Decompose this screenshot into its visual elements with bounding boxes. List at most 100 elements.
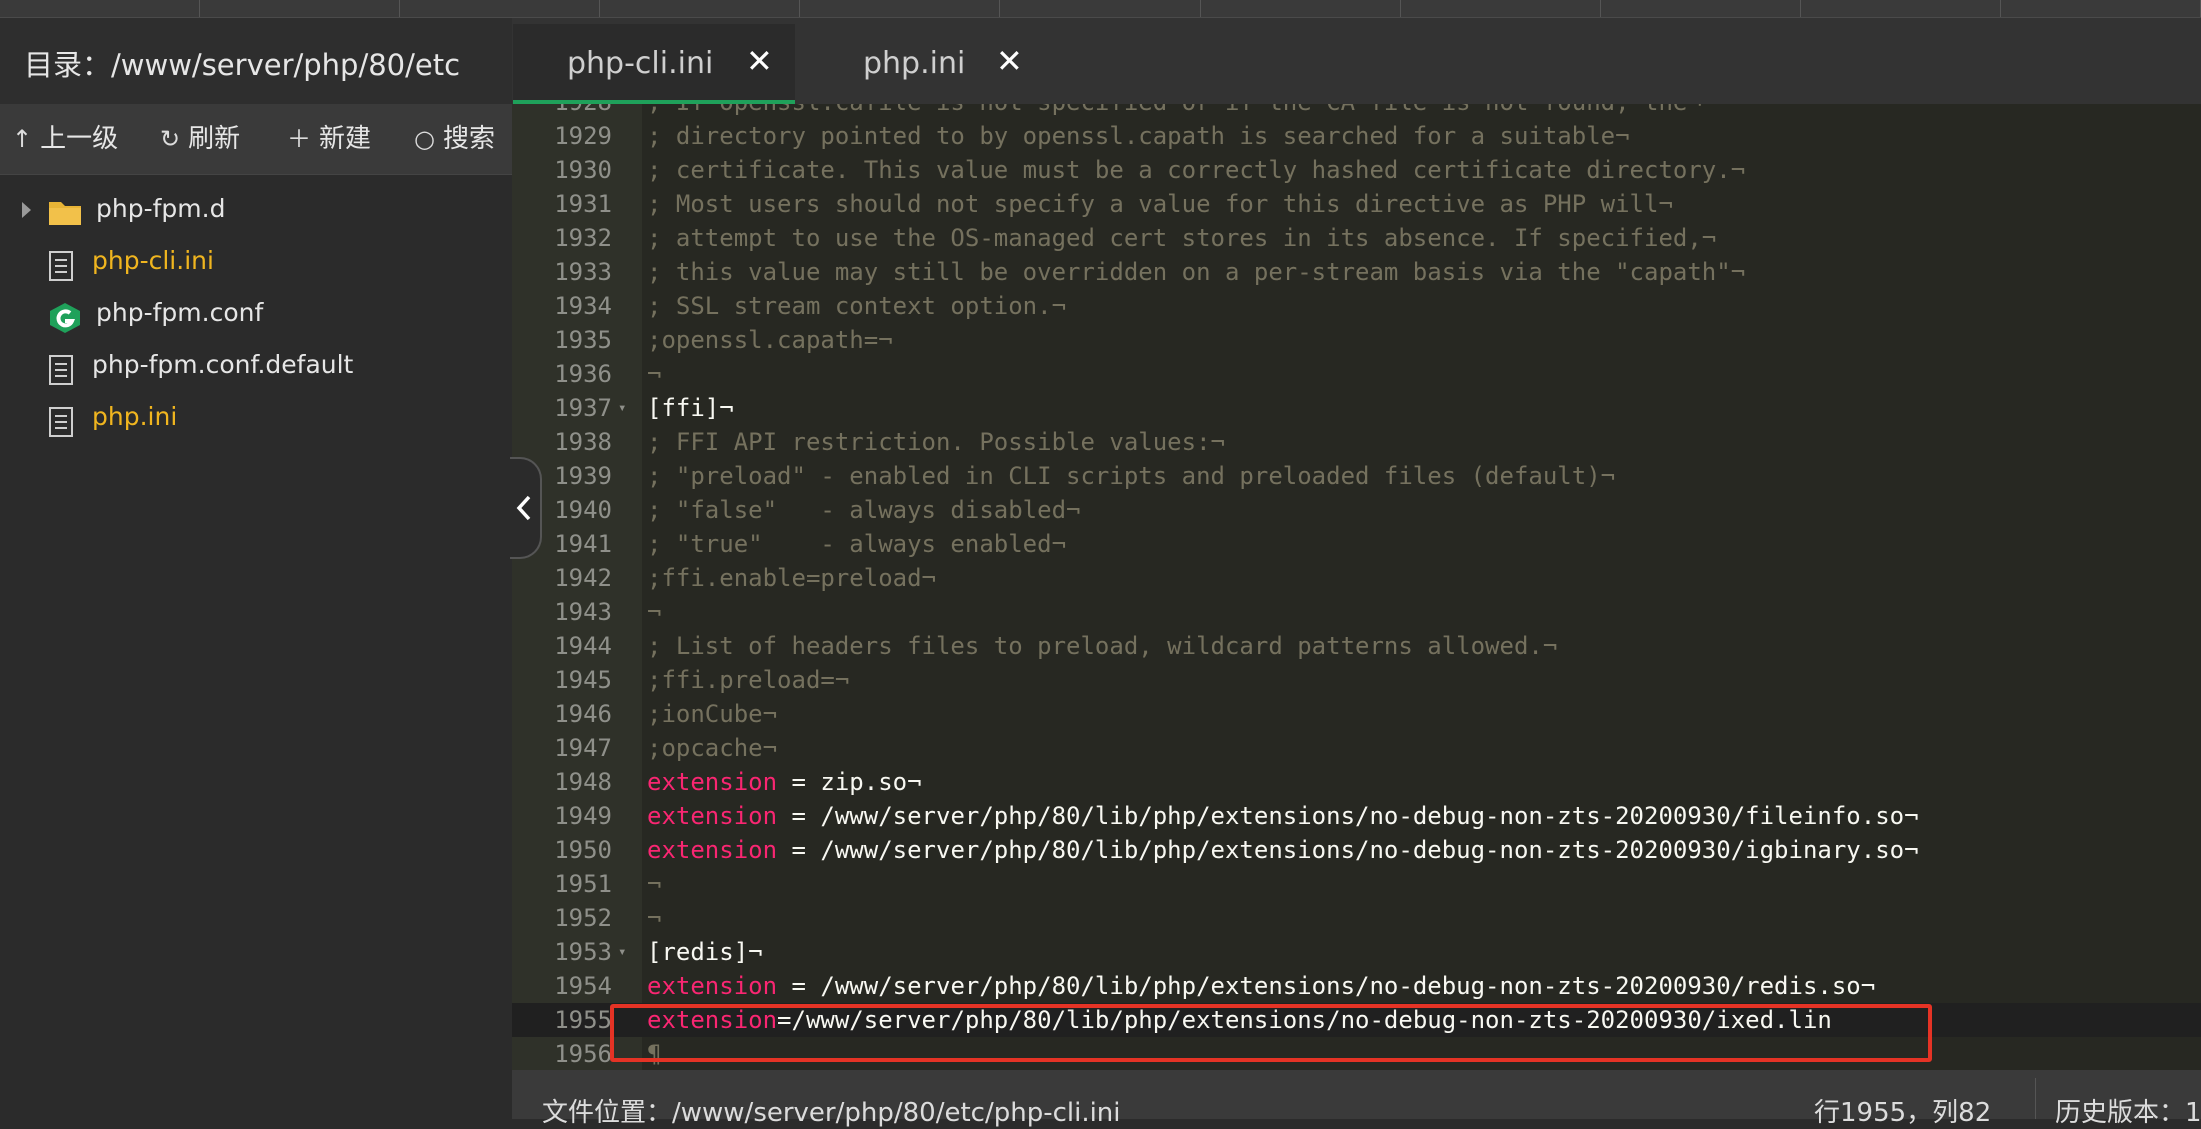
code-text: extension = /www/server/php/80/lib/php/e… (647, 969, 1875, 1003)
code-text: ;opcache¬ (647, 734, 778, 762)
code-line[interactable]: 1931 ; Most users should not specify a va… (512, 187, 2201, 221)
line-number: 1956 (554, 1040, 612, 1068)
code-line[interactable]: 1955 extension=/www/server/php/80/lib/php… (512, 1003, 2201, 1037)
top-toolbar-button[interactable] (600, 0, 801, 17)
line-number: 1932 (554, 224, 612, 252)
code-line[interactable]: 1956 ¶ (512, 1037, 2201, 1070)
expand-arrow-icon[interactable] (22, 202, 31, 218)
top-toolbar-button[interactable] (2001, 0, 2201, 17)
line-number: 1928 (512, 104, 612, 119)
fold-toggle-icon[interactable]: ▾ (618, 935, 626, 969)
line-number: 1934 (554, 292, 612, 320)
refresh-button[interactable]: ↻ 刷新 (160, 104, 240, 174)
code-text: ; Most users should not specify a value … (647, 190, 1673, 218)
code-line[interactable]: 1932 ; attempt to use the OS-managed cert… (512, 221, 2201, 255)
line-number: 1947 (554, 734, 612, 762)
code-line[interactable]: 1939; "preload" - enabled in CLI scripts… (512, 459, 2201, 493)
code-value: = /www/server/php/80/lib/php/extensions/… (777, 972, 1876, 1000)
code-keyword: extension (647, 836, 778, 864)
tree-item-file[interactable]: php.ini (0, 394, 512, 446)
history-version[interactable]: 历史版本：1 (2055, 1092, 2201, 1129)
code-keyword: extension (647, 802, 778, 830)
line-number: 1952 (554, 904, 612, 932)
code-line[interactable]: 1929 ; directory pointed to by openssl.ca… (512, 119, 2201, 153)
code-editor[interactable]: 1928 ; If openssl.cafile is not specified… (512, 104, 2201, 1070)
code-value: =/www/server/php/80/lib/php/extensions/n… (777, 1006, 1832, 1034)
code-text: ¬ (647, 870, 662, 898)
code-line[interactable]: 1941; "true" - always enabled¬ (512, 527, 2201, 561)
code-line[interactable]: 1942 ;ffi.enable=preload¬ (512, 561, 2201, 595)
code-line[interactable]: 1952 ¬ (512, 901, 2201, 935)
top-toolbar (0, 0, 2201, 18)
nginx-config-icon (50, 303, 80, 333)
code-text: [ffi]¬ (647, 394, 734, 422)
top-toolbar-button[interactable] (0, 0, 201, 17)
status-divider (2035, 1078, 2036, 1119)
code-keyword: extension (647, 1006, 778, 1034)
code-text: ;ffi.enable=preload¬ (647, 564, 936, 592)
file-location: 文件位置：/www/server/php/80/etc/php-cli.ini (542, 1098, 1121, 1128)
code-text: extension = /www/server/php/80/lib/php/e… (647, 799, 1919, 833)
document-icon (49, 355, 73, 385)
top-toolbar-button[interactable] (1601, 0, 1801, 17)
top-toolbar-button[interactable] (400, 0, 601, 17)
code-line[interactable]: 1934 ; SSL stream context option.¬ (512, 289, 2201, 323)
code-line[interactable]: 1951 ¬ (512, 867, 2201, 901)
code-line[interactable]: 1944 ; List of headers files to preload, … (512, 629, 2201, 663)
code-line[interactable]: 1948 extension = zip.so¬ (512, 765, 2201, 799)
top-toolbar-button[interactable] (800, 0, 1001, 17)
code-text: extension = /www/server/php/80/lib/php/e… (647, 833, 1919, 867)
code-line[interactable]: 1936 ¬ (512, 357, 2201, 391)
tree-item-file[interactable]: php-cli.ini (0, 238, 512, 290)
line-number: 1942 (554, 564, 612, 592)
sidebar-collapse-handle[interactable] (510, 457, 542, 559)
line-number: 1929 (554, 122, 612, 150)
code-text: ;ionCube¬ (647, 700, 778, 728)
code-value: = /www/server/php/80/lib/php/extensions/… (777, 836, 1919, 864)
code-keyword: extension (647, 768, 778, 796)
code-text: extension = zip.so¬ (647, 765, 922, 799)
code-text: ; certificate. This value must be a corr… (647, 156, 1746, 184)
up-level-button[interactable]: ↑ 上一级 (12, 104, 118, 174)
search-icon: ○ (414, 125, 435, 153)
code-line[interactable]: 1930 ; certificate. This value must be a … (512, 153, 2201, 187)
top-toolbar-button[interactable] (200, 0, 401, 17)
code-line[interactable]: 1947 ;opcache¬ (512, 731, 2201, 765)
code-text: [redis]¬ (647, 938, 763, 966)
code-line[interactable]: 1954 extension = /www/server/php/80/lib/p… (512, 969, 2201, 1003)
code-line[interactable]: 1938 ; FFI API restriction. Possible valu… (512, 425, 2201, 459)
cursor-position: 行1955，列82 (1814, 1098, 1992, 1128)
new-button[interactable]: ＋新建 (287, 104, 371, 174)
line-number: 1931 (554, 190, 612, 218)
line-number: 1951 (554, 870, 612, 898)
file-action-bar: ↑ 上一级 ↻ 刷新 ＋新建 ○ 搜索 (0, 104, 512, 175)
tab-php-ini[interactable]: php.ini ✕ (795, 24, 1045, 104)
tab-php-cli-ini[interactable]: php-cli.ini ✕ (513, 24, 795, 104)
top-toolbar-button[interactable] (1801, 0, 2001, 17)
top-toolbar-button[interactable] (1401, 0, 1601, 17)
code-line[interactable]: 1949 extension = /www/server/php/80/lib/p… (512, 799, 2201, 833)
code-text: ¬ (647, 360, 662, 388)
top-toolbar-button[interactable] (1201, 0, 1401, 17)
tree-item-folder[interactable]: php-fpm.d (0, 186, 512, 238)
code-line[interactable]: 1940; "false" - always disabled¬ (512, 493, 2201, 527)
line-number: 1943 (554, 598, 612, 626)
code-line[interactable]: 1928 ; If openssl.cafile is not specified… (512, 104, 2201, 119)
fold-toggle-icon[interactable]: ▾ (618, 391, 626, 425)
close-icon[interactable]: ✕ (996, 42, 1023, 80)
line-number: 1936 (554, 360, 612, 388)
search-button[interactable]: ○ 搜索 (414, 104, 495, 174)
code-line[interactable]: 1946 ;ionCube¬ (512, 697, 2201, 731)
code-line[interactable]: 1945 ;ffi.preload=¬ (512, 663, 2201, 697)
close-icon[interactable]: ✕ (746, 42, 773, 80)
code-line[interactable]: 1935 ;openssl.capath=¬ (512, 323, 2201, 357)
top-toolbar-button[interactable] (1000, 0, 1201, 17)
code-line[interactable]: 1937 ▾ [ffi]¬ (512, 391, 2201, 425)
arrow-up-icon: ↑ (12, 125, 33, 153)
code-line[interactable]: 1943 ¬ (512, 595, 2201, 629)
code-line[interactable]: 1950 extension = /www/server/php/80/lib/p… (512, 833, 2201, 867)
code-line[interactable]: 1953 ▾ [redis]¬ (512, 935, 2201, 969)
code-line[interactable]: 1933 ; this value may still be overridden… (512, 255, 2201, 289)
tree-item-file[interactable]: php-fpm.conf (0, 290, 512, 342)
tree-item-file[interactable]: php-fpm.conf.default (0, 342, 512, 394)
